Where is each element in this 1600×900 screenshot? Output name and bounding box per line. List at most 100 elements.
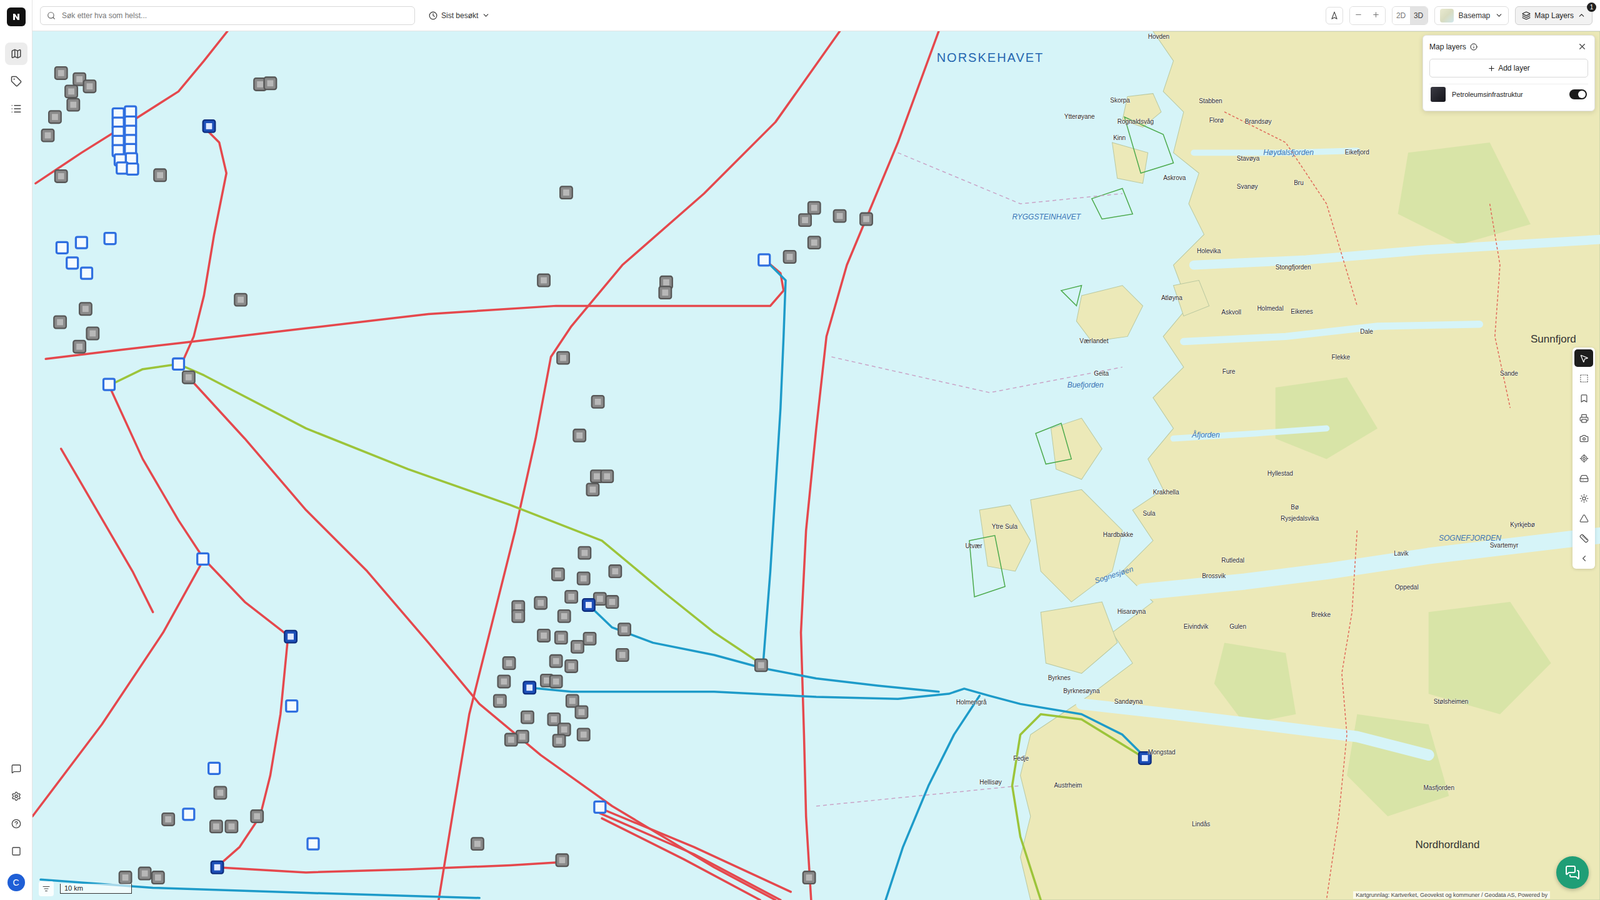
map-tool-button[interactable] — [1574, 349, 1594, 367]
map-area[interactable]: NORSKEHAVETRYGGSTEINHAVETBuefjordenÅfjor… — [32, 31, 1600, 900]
map-tool-button[interactable] — [1574, 389, 1594, 407]
installation-marker[interactable] — [571, 640, 584, 654]
help-button[interactable] — [5, 812, 28, 835]
pipeline[interactable] — [188, 377, 776, 900]
chat-button[interactable] — [1556, 856, 1589, 889]
pipeline[interactable] — [801, 31, 939, 900]
installation-marker[interactable] — [151, 871, 165, 884]
installation-marker[interactable] — [577, 572, 590, 585]
installation-marker[interactable] — [203, 120, 216, 133]
installation-marker[interactable] — [591, 395, 605, 409]
installation-marker[interactable] — [659, 286, 672, 299]
installation-marker[interactable] — [565, 660, 578, 673]
map-tool-button[interactable] — [1574, 509, 1594, 527]
installation-marker[interactable] — [553, 734, 566, 747]
compass-button[interactable] — [1325, 6, 1344, 25]
installation-marker[interactable] — [505, 733, 518, 747]
installation-marker[interactable] — [582, 598, 595, 612]
installation-marker[interactable] — [41, 129, 55, 142]
installation-marker[interactable] — [104, 233, 116, 245]
sidebar-item[interactable] — [5, 97, 28, 120]
installation-marker[interactable] — [471, 837, 484, 850]
installation-marker[interactable] — [138, 867, 152, 880]
installation-marker[interactable] — [103, 378, 115, 390]
pipeline[interactable] — [32, 558, 204, 817]
installation-marker[interactable] — [126, 163, 139, 175]
installation-marker[interactable] — [498, 675, 511, 689]
layer-toggle[interactable] — [1569, 89, 1587, 100]
installation-marker[interactable] — [86, 327, 100, 340]
installation-marker[interactable] — [550, 675, 563, 689]
installation-marker[interactable] — [53, 316, 67, 329]
pipeline[interactable] — [601, 818, 760, 900]
installation-marker[interactable] — [210, 820, 223, 834]
installation-marker[interactable] — [600, 470, 614, 483]
installation-marker[interactable] — [250, 810, 264, 823]
installation-marker[interactable] — [758, 254, 770, 266]
pipeline[interactable] — [529, 687, 1145, 757]
installation-marker[interactable] — [783, 250, 797, 264]
map-tool-button[interactable] — [1574, 409, 1594, 427]
installation-marker[interactable] — [65, 85, 78, 99]
installation-marker[interactable] — [1138, 751, 1152, 765]
pipeline[interactable] — [108, 385, 291, 638]
recent-button[interactable]: Sist besøkt — [425, 8, 494, 23]
installation-marker[interactable] — [225, 820, 239, 834]
installation-marker[interactable] — [56, 241, 68, 254]
installation-marker[interactable] — [264, 77, 277, 90]
installation-marker[interactable] — [755, 659, 768, 672]
installation-marker[interactable] — [618, 623, 631, 636]
installation-marker[interactable] — [153, 169, 167, 182]
pipeline[interactable] — [438, 31, 840, 900]
installation-marker[interactable] — [558, 723, 571, 736]
pipeline[interactable] — [217, 862, 562, 873]
zoom-out-button[interactable] — [1350, 6, 1368, 25]
search-input[interactable] — [60, 10, 409, 21]
installation-marker[interactable] — [558, 610, 571, 623]
map-tool-button[interactable] — [1574, 429, 1594, 447]
pipeline[interactable] — [763, 261, 786, 664]
installation-marker[interactable] — [565, 590, 578, 604]
map-tool-button[interactable] — [1574, 529, 1594, 547]
installation-marker[interactable] — [593, 592, 607, 605]
installation-marker[interactable] — [55, 170, 68, 183]
pipeline[interactable] — [61, 448, 154, 612]
pipeline[interactable] — [885, 695, 980, 900]
installation-marker[interactable] — [67, 98, 80, 112]
pipeline[interactable] — [600, 808, 791, 892]
installation-marker[interactable] — [556, 853, 569, 867]
legend-button[interactable] — [38, 881, 54, 897]
installation-marker[interactable] — [48, 110, 62, 124]
installation-marker[interactable] — [560, 186, 573, 199]
installation-marker[interactable] — [803, 871, 816, 884]
map-canvas[interactable] — [32, 31, 1600, 900]
map-tool-button[interactable] — [1574, 489, 1594, 507]
installation-marker[interactable] — [833, 210, 847, 223]
workspace-button[interactable] — [5, 840, 28, 863]
installation-marker[interactable] — [208, 762, 220, 774]
installation-marker[interactable] — [119, 871, 132, 884]
pipeline[interactable] — [45, 261, 784, 359]
installation-marker[interactable] — [577, 728, 590, 742]
pipeline[interactable] — [181, 127, 227, 365]
installation-marker[interactable] — [860, 213, 873, 226]
map-tool-button[interactable] — [1574, 449, 1594, 467]
basemap-button[interactable]: Basemap — [1434, 6, 1510, 25]
pipeline[interactable] — [40, 879, 480, 898]
map-layers-button[interactable]: Map Layers1 — [1515, 6, 1593, 25]
installation-marker[interactable] — [586, 483, 600, 497]
installation-marker[interactable] — [66, 257, 79, 269]
feedback-button[interactable] — [5, 757, 28, 780]
installation-marker[interactable] — [286, 700, 298, 712]
user-avatar[interactable]: C — [7, 873, 25, 892]
map-tool-button[interactable] — [1574, 549, 1594, 567]
installation-marker[interactable] — [798, 213, 812, 227]
installation-marker[interactable] — [556, 351, 570, 365]
installation-marker[interactable] — [555, 631, 568, 644]
add-layer-button[interactable]: Add layer — [1429, 58, 1589, 78]
installation-marker[interactable] — [234, 293, 247, 307]
installation-marker[interactable] — [808, 236, 821, 249]
installation-marker[interactable] — [521, 711, 534, 724]
installation-marker[interactable] — [575, 706, 589, 719]
logo[interactable] — [6, 7, 26, 27]
